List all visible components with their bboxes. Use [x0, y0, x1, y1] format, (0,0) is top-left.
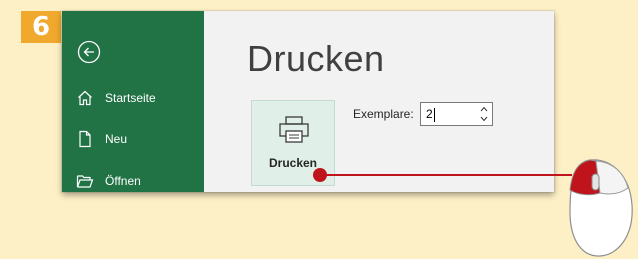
mouse-icon — [569, 159, 633, 257]
pointer-dot — [313, 168, 327, 182]
click-indicator — [313, 159, 633, 257]
